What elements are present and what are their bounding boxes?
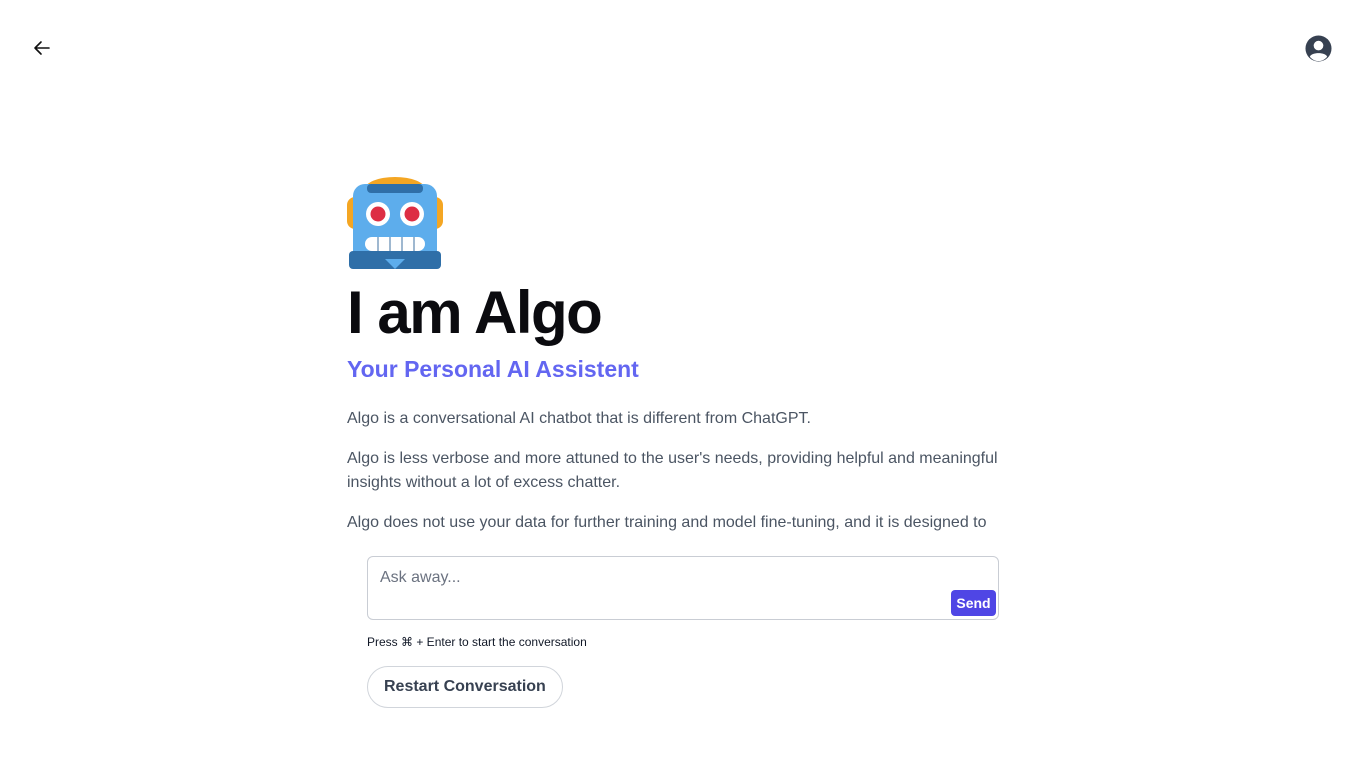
send-button[interactable]: Send [951,590,996,616]
page-subtitle: Your Personal AI Assistent [347,356,639,382]
app-page: I am Algo Your Personal AI Assistent Alg… [0,0,1366,768]
description-paragraph: Algo does not use your data for further … [347,514,987,531]
description-paragraph: Algo is a conversational AI chatbot that… [347,410,811,427]
description: Algo is a conversational AI chatbot that… [347,407,1027,535]
account-button[interactable] [1304,34,1332,62]
hero-section: I am Algo Your Personal AI Assistent Alg… [347,175,1027,535]
chat-composer: Send Press ⌘ + Enter to start the conver… [347,536,1019,722]
keyboard-hint: Press ⌘ + Enter to start the conversatio… [367,635,587,649]
description-paragraph: Algo is less verbose and more attuned to… [347,450,998,491]
message-input[interactable] [380,565,940,591]
restart-conversation-button[interactable]: Restart Conversation [367,666,563,708]
arrow-left-icon [34,41,50,55]
page-title: I am Algo [347,279,603,346]
user-circle-icon [1304,34,1332,62]
robot-icon [347,177,443,269]
message-input-box: Send [367,556,999,620]
back-button[interactable] [28,34,56,62]
